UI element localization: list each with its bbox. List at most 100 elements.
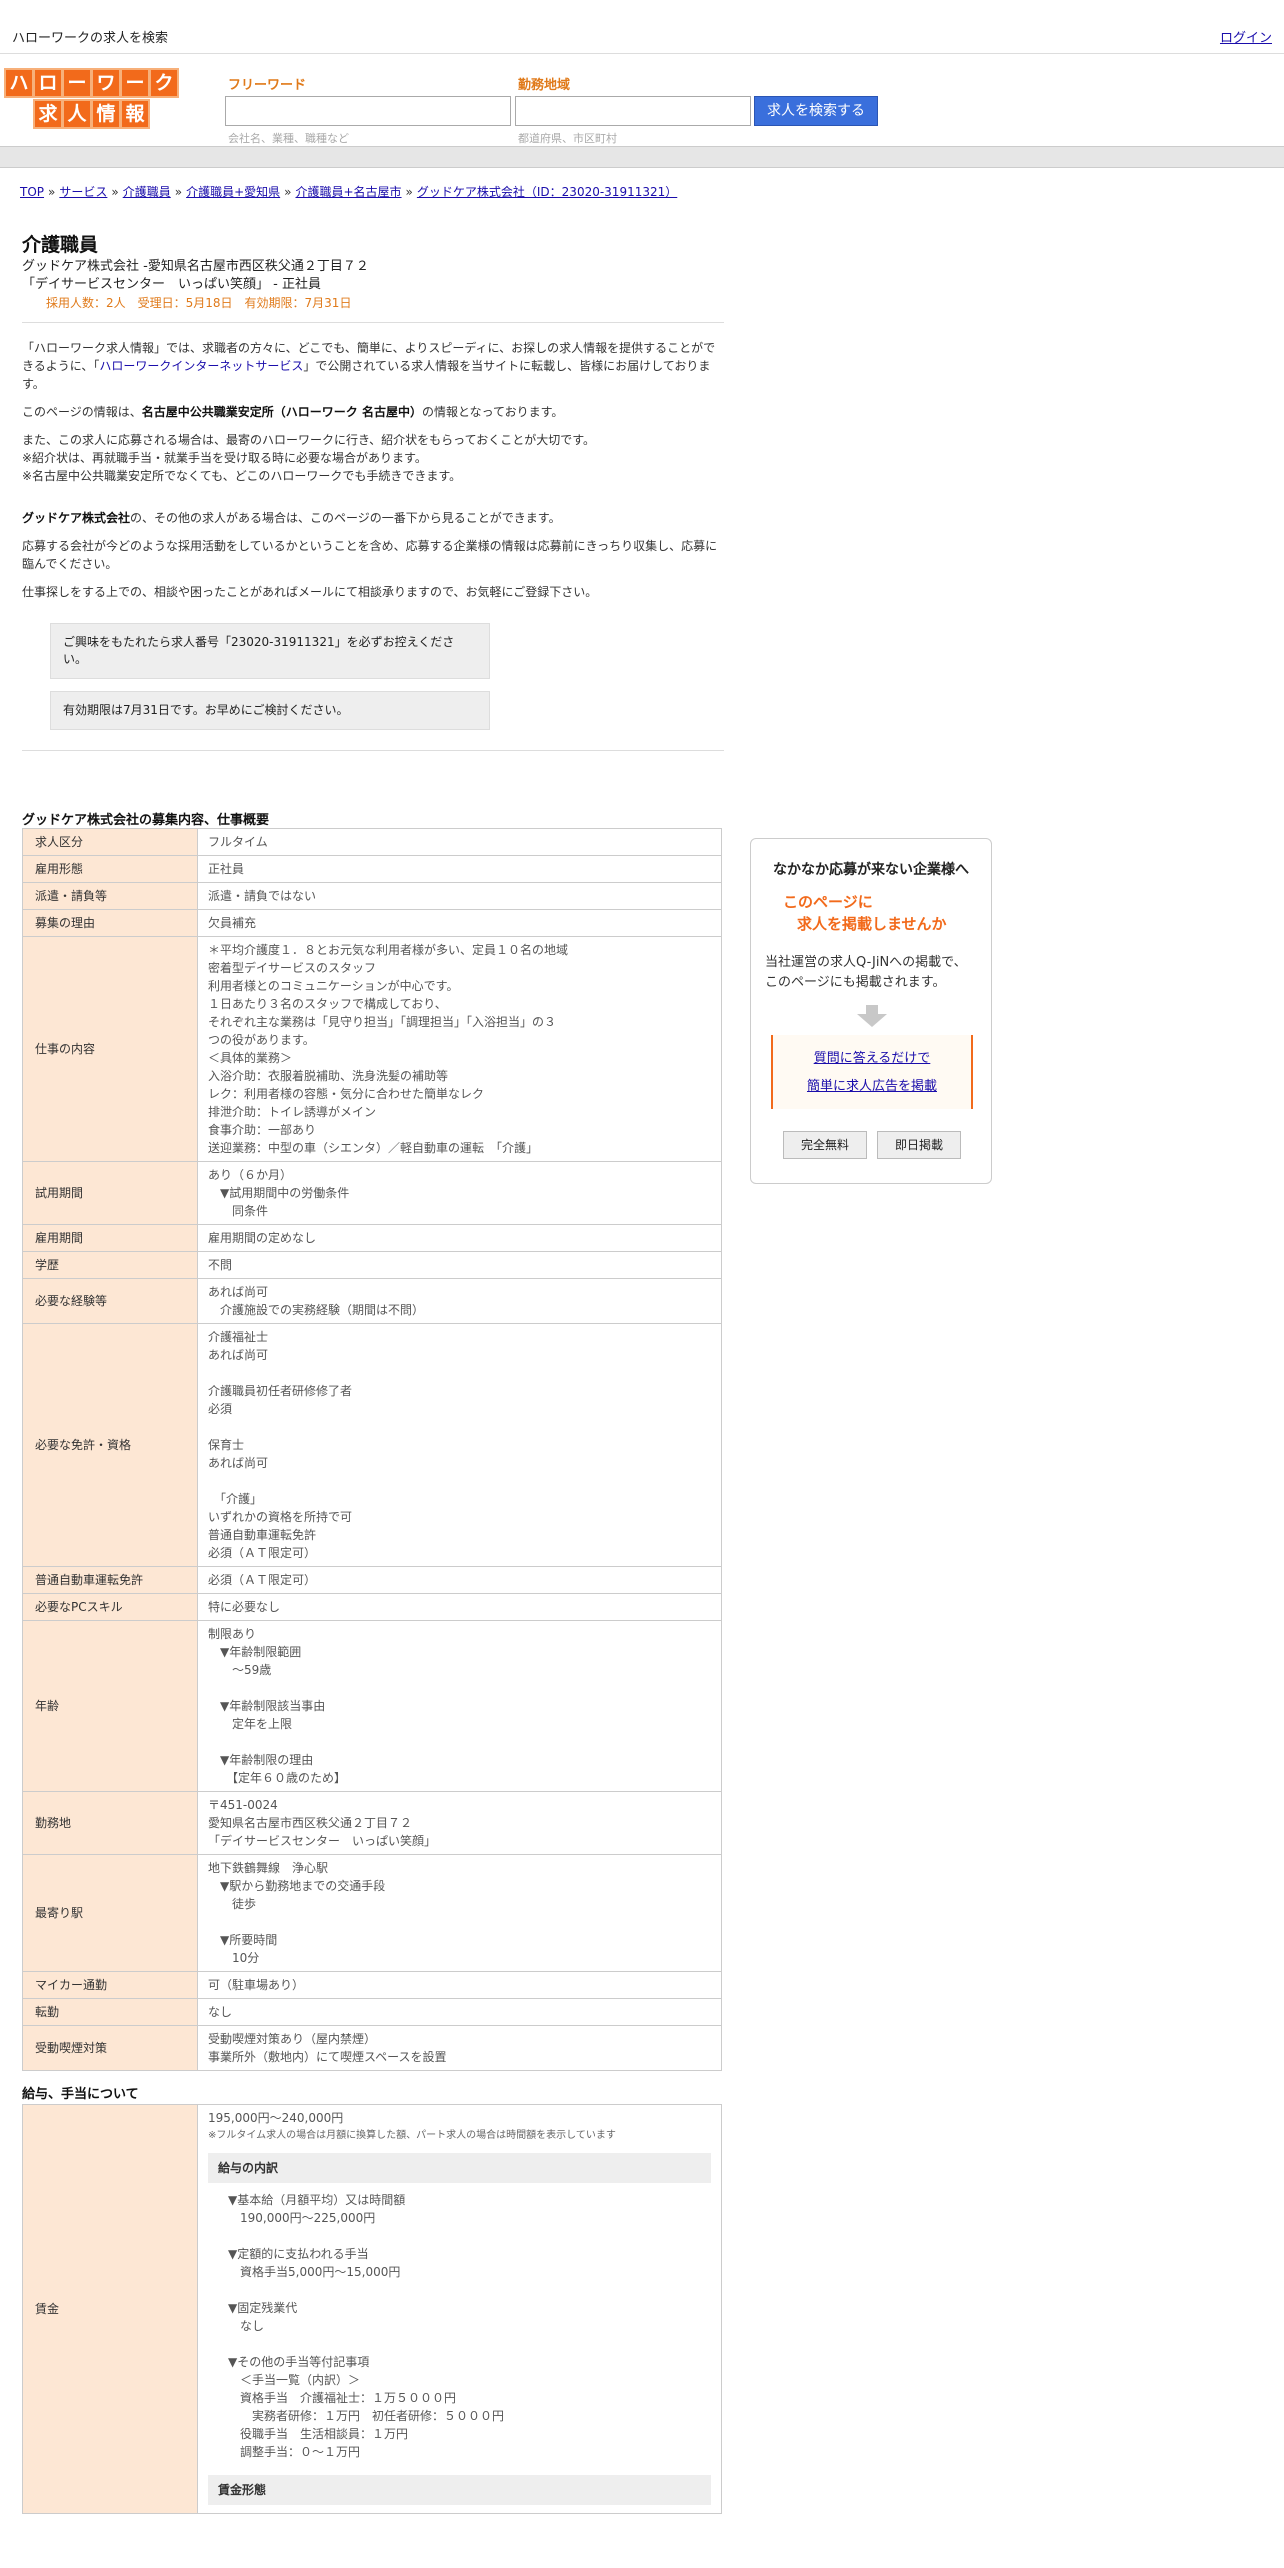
table-row: 学歴 不問 [22, 1251, 722, 1279]
ad-headline-line: 求人を掲載しませんか [797, 915, 947, 933]
detail-value: 制限あり ▼年齢制限範囲 〜59歳 ▼年齢制限該当事由 定年を上限 ▼年齢制限の… [197, 1620, 722, 1792]
apply-note: ※名古屋中公共職業安定所でなくても、どこのハローワークでも手続きできます。 [22, 469, 462, 483]
research-paragraph: 応募する会社が今どのような採用活動をしているかということを含め、応募する企業様の… [22, 539, 718, 571]
detail-value: 欠員補充 [197, 909, 722, 937]
detail-key: 必要なPCスキル [22, 1593, 198, 1621]
intro-paragraph: 「ハローワーク求人情報」では、求職者の方々に、どこでも、簡単に、よりスピーディに… [22, 339, 724, 393]
detail-value: 地下鉄鶴舞線 浄心駅 ▼駅から勤務地までの交通手段 徒歩 ▼所要時間 10分 [197, 1854, 722, 1972]
detail-key: 必要な免許・資格 [22, 1323, 198, 1567]
source-text: このページの情報は、 [22, 405, 142, 419]
detail-value: あれば尚可 介護施設での実務経験（期間は不問） [197, 1278, 722, 1324]
search-button[interactable]: 求人を検索する [754, 96, 878, 126]
details-table: 求人区分 フルタイム 雇用形態 正社員 派遣・請負等 派遣・請負ではない 募集の理由 欠員補充… [22, 828, 722, 2071]
breadcrumb-company[interactable]: グッドケア株式会社（ID：23020-31911321） [417, 185, 677, 199]
table-row: 勤務地 〒451-0024 愛知県名古屋市西区秩父通２丁目７２ 「デイサービスセン… [22, 1791, 722, 1855]
source-text: の情報となっております。 [421, 405, 564, 419]
detail-key: 仕事の内容 [22, 936, 198, 1162]
logo-char: ク [149, 68, 179, 98]
breadcrumb-top[interactable]: TOP [20, 185, 44, 199]
top-bar: ハローワークの求人を検索 ログイン [0, 0, 1284, 54]
logo-char: ー [62, 68, 92, 98]
apply-note: ※紹介状は、再就職手当・就業手当を受け取る時に必要な場合があります。 [22, 451, 427, 465]
apply-text: また、この求人に応募される場合は、最寄のハローワークに行き、紹介状をもらっておく… [22, 433, 596, 447]
salary-form-title: 賃金形態 [208, 2475, 711, 2505]
table-row: 仕事の内容 ＊平均介護度１．８とお元気な利用者様が多い、定員１０名の地域 密着型デ… [22, 936, 722, 1162]
consult-paragraph: 仕事探しをする上での、相談や困ったことがあればメールにて相談承りますので、お気軽… [22, 585, 598, 599]
site-title: ハローワークの求人を検索 [12, 31, 169, 46]
divider [22, 750, 724, 751]
detail-key: 試用期間 [22, 1161, 198, 1225]
logo-char: 報 [120, 99, 150, 129]
detail-value: なし [197, 1998, 722, 2026]
same-day-badge-button[interactable]: 即日掲載 [877, 1131, 961, 1159]
ad-description-line: 当社運営の求人Q-JiNへの掲載で、 [765, 955, 967, 970]
table-row: 賃金 195,000円〜240,000円 ※フルタイム求人の場合は月額に換算した… [22, 2104, 722, 2514]
breadcrumb: TOP» サービス» 介護職員» 介護職員+愛知県» 介護職員+名古屋市» グッドケア株式… [20, 185, 678, 199]
salary-note: ※フルタイム求人の場合は月額に換算した額、パート求人の場合は時間額を表示していま… [208, 2130, 616, 2141]
table-row: マイカー通勤 可（駐車場あり） [22, 1971, 722, 1999]
search-header: ハ ロ ー ワ ー ク 求 人 情 報 フリーワード 会社名、業種、職種など 勤… [0, 54, 1284, 146]
detail-value: 派遣・請負ではない [197, 882, 722, 910]
facility-line: 「デイサービスセンター いっぱい笑顔」 - 正社員 [22, 277, 321, 292]
breadcrumb-nagoya[interactable]: 介護職員+名古屋市 [295, 185, 401, 199]
ad-link-questions[interactable]: 質問に答えるだけで [773, 1047, 971, 1066]
logo-char: ロ [33, 68, 63, 98]
detail-value: 不問 [197, 1251, 722, 1279]
job-title: 介護職員 [22, 234, 99, 256]
keyword-input[interactable] [225, 96, 511, 126]
ad-title: なかなか応募が来ない企業様へ [773, 862, 969, 878]
logo-char: 求 [33, 99, 63, 129]
apply-paragraph: また、この求人に応募される場合は、最寄のハローワークに行き、紹介状をもらっておく… [22, 431, 724, 485]
table-row: 転勤 なし [22, 1998, 722, 2026]
main-content: 介護職員 グッドケア株式会社 -愛知県名古屋市西区秩父通２丁目７２ 「デイサービ… [22, 232, 724, 2514]
table-row: 雇用期間 雇用期間の定めなし [22, 1224, 722, 1252]
area-hint: 都道府県、市区町村 [518, 132, 617, 145]
ad-link-post[interactable]: 簡単に求人広告を掲載 [773, 1075, 971, 1094]
salary-breakdown-title: 給与の内訳 [208, 2153, 711, 2183]
hellowork-logo[interactable]: ハ ロ ー ワ ー ク 求 人 情 報 [4, 68, 180, 130]
table-row: 普通自動車運転免許 必須（ＡＴ限定可） [22, 1566, 722, 1594]
table-row: 必要な経験等 あれば尚可 介護施設での実務経験（期間は不問） [22, 1278, 722, 1324]
detail-key: 普通自動車運転免許 [22, 1566, 198, 1594]
detail-value: 可（駐車場あり） [197, 1971, 722, 1999]
area-input[interactable] [515, 96, 751, 126]
detail-value: あり（６か月） ▼試用期間中の労働条件 同条件 [197, 1161, 722, 1225]
detail-value: 正社員 [197, 855, 722, 883]
table-row: 年齢 制限あり ▼年齢制限範囲 〜59歳 ▼年齢制限該当事由 定年を上限 ▼年齢制… [22, 1620, 722, 1792]
detail-value: 受動喫煙対策あり（屋内禁煙） 事業所外（敷地内）にて喫煙スペースを設置 [197, 2025, 722, 2071]
detail-key: 受動喫煙対策 [22, 2025, 198, 2071]
detail-value: 必須（ＡＴ限定可） [197, 1566, 722, 1594]
ad-headline: このページに 求人を掲載しませんか [783, 891, 947, 935]
salary-title: 給与、手当について [22, 2087, 139, 2102]
table-row: 最寄り駅 地下鉄鶴舞線 浄心駅 ▼駅から勤務地までの交通手段 徒歩 ▼所要時間 1… [22, 1854, 722, 1972]
salary-key: 賃金 [22, 2104, 198, 2514]
detail-key: 雇用形態 [22, 855, 198, 883]
detail-key: 勤務地 [22, 1791, 198, 1855]
detail-value: 介護福祉士 あれば尚可 介護職員初任者研修修了者 必須 保育士 あれば尚可 「介… [197, 1323, 722, 1567]
logo-char: 人 [62, 99, 92, 129]
detail-key: 年齢 [22, 1620, 198, 1792]
other-jobs-text: の、その他の求人がある場合は、このページの一番下から見ることができます。 [130, 511, 561, 525]
breadcrumb-kaigo[interactable]: 介護職員 [123, 185, 171, 199]
free-badge-button[interactable]: 完全無料 [783, 1131, 867, 1159]
table-row: 派遣・請負等 派遣・請負ではない [22, 882, 722, 910]
area-label: 勤務地域 [518, 78, 571, 93]
detail-value: フルタイム [197, 828, 722, 856]
detail-key: 雇用期間 [22, 1224, 198, 1252]
ad-description-line: このページにも掲載されます。 [765, 975, 946, 990]
detail-key: 最寄り駅 [22, 1854, 198, 1972]
job-meta: 採用人数：2人 受理日：5月18日 有効期限：7月31日 [46, 296, 352, 310]
logo-char: ワ [91, 68, 121, 98]
detail-value: 〒451-0024 愛知県名古屋市西区秩父通２丁目７２ 「デイサービスセンター … [197, 1791, 722, 1855]
source-paragraph: このページの情報は、名古屋中公共職業安定所（ハローワーク 名古屋中）の情報となっ… [22, 403, 724, 421]
table-row: 必要な免許・資格 介護福祉士 あれば尚可 介護職員初任者研修修了者 必須 保育士 … [22, 1323, 722, 1567]
company-name: グッドケア株式会社 [22, 511, 131, 525]
arrow-down-icon [857, 1005, 887, 1027]
detail-value: ＊平均介護度１．８とお元気な利用者様が多い、定員１０名の地域 密着型デイサービス… [197, 936, 722, 1162]
login-link[interactable]: ログイン [1220, 27, 1272, 46]
logo-char: ハ [4, 68, 34, 98]
breadcrumb-aichi[interactable]: 介護職員+愛知県 [186, 185, 280, 199]
salary-breakdown: ▼基本給（月額平均）又は時間額 190,000円〜225,000円 ▼定額的に支… [228, 2193, 505, 2459]
hellowork-internet-link[interactable]: ハローワークインターネットサービス [99, 359, 303, 373]
breadcrumb-service[interactable]: サービス [59, 185, 107, 199]
